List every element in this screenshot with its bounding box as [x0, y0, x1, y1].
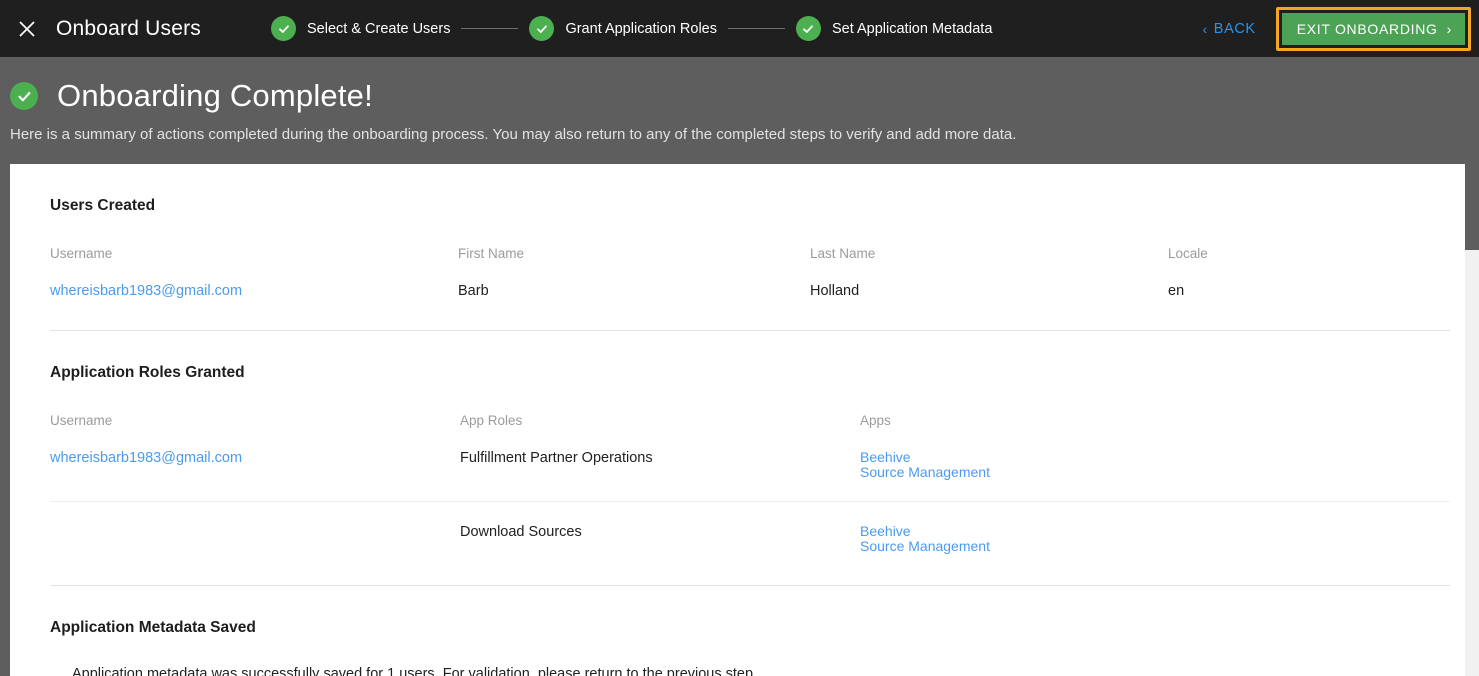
banner-title: Onboarding Complete!	[57, 78, 373, 113]
cell-username: whereisbarb1983@gmail.com	[50, 428, 460, 502]
cell-last-name: Holland	[810, 283, 860, 299]
check-circle-icon	[10, 82, 38, 110]
step-select-create-users[interactable]: Select & Create Users	[271, 16, 450, 41]
check-icon	[795, 16, 821, 41]
top-bar-actions: ‹ BACK EXIT ONBOARDING ›	[1203, 6, 1479, 51]
step-label: Grant Application Roles	[565, 20, 717, 37]
cell-app-role: Download Sources	[460, 501, 860, 575]
app-link-beehive[interactable]: Beehive	[860, 450, 1450, 465]
table-row: Download Sources Beehive Source Manageme…	[50, 501, 1450, 575]
close-icon[interactable]	[12, 14, 42, 44]
cell-locale: en	[1168, 283, 1185, 299]
column-header-apps: Apps	[860, 413, 891, 428]
exit-onboarding-highlight: EXIT ONBOARDING ›	[1275, 6, 1471, 51]
table-row: whereisbarb1983@gmail.com Fulfillment Pa…	[50, 428, 1450, 502]
summary-card: Users Created Username First Name Last N…	[10, 164, 1469, 676]
table-header-row: Username App Roles Apps	[50, 382, 1450, 428]
banner-subtitle: Here is a summary of actions completed d…	[10, 126, 1017, 143]
check-icon	[271, 16, 296, 41]
step-label: Set Application Metadata	[831, 20, 993, 37]
step-label: Select & Create Users	[307, 20, 451, 37]
app-link-source-management[interactable]: Source Management	[860, 539, 1450, 554]
page-scrollbar-track[interactable]	[1465, 57, 1479, 676]
cell-apps: Beehive Source Management	[860, 501, 1450, 575]
back-button[interactable]: ‹ BACK	[1203, 21, 1256, 37]
cell-app-role: Fulfillment Partner Operations	[460, 450, 653, 466]
column-header-app-roles: App Roles	[460, 413, 523, 428]
stepper: Select & Create Users Grant Application …	[271, 16, 992, 41]
step-connector	[461, 28, 519, 29]
username-link[interactable]: whereisbarb1983@gmail.com	[50, 450, 242, 466]
app-link-beehive[interactable]: Beehive	[860, 524, 1450, 539]
app-link-source-management[interactable]: Source Management	[860, 465, 1450, 480]
cell-apps: Beehive Source Management	[860, 428, 1450, 502]
section-title-roles-granted: Application Roles Granted	[50, 364, 245, 381]
section-title-metadata-saved: Application Metadata Saved	[50, 619, 256, 636]
page-title: Onboard Users	[56, 16, 201, 40]
roles-granted-table: Username App Roles Apps whereisbarb1983@…	[50, 382, 1450, 575]
table-row: whereisbarb1983@gmail.com Barb Holland e…	[50, 261, 1450, 320]
exit-onboarding-label: EXIT ONBOARDING	[1296, 20, 1438, 37]
summary-banner: Onboarding Complete! Here is a summary o…	[0, 57, 1479, 164]
cell-username	[50, 501, 460, 575]
page-scrollbar-thumb[interactable]	[1465, 57, 1479, 250]
step-grant-application-roles[interactable]: Grant Application Roles	[529, 16, 717, 41]
chevron-left-icon: ‹	[1202, 20, 1208, 37]
metadata-saved-message: Application metadata was successfully sa…	[72, 666, 758, 676]
column-header-first-name: First Name	[458, 246, 525, 261]
column-header-username: Username	[50, 413, 113, 428]
username-link[interactable]: whereisbarb1983@gmail.com	[50, 283, 242, 299]
top-bar: Onboard Users Select & Create Users Gran…	[0, 0, 1479, 57]
chevron-right-icon: ›	[1446, 20, 1452, 37]
back-button-label: BACK	[1213, 20, 1256, 37]
exit-onboarding-button[interactable]: EXIT ONBOARDING ›	[1279, 10, 1467, 47]
check-icon	[529, 16, 555, 41]
banner-heading: Onboarding Complete!	[10, 78, 1479, 114]
step-set-application-metadata[interactable]: Set Application Metadata	[795, 16, 993, 41]
cell-first-name: Barb	[458, 283, 489, 299]
column-header-last-name: Last Name	[810, 246, 876, 261]
table-header-row: Username First Name Last Name Locale	[50, 215, 1450, 261]
column-header-locale: Locale	[1168, 246, 1208, 261]
section-title-users-created: Users Created	[50, 197, 156, 214]
users-created-table: Username First Name Last Name Locale whe…	[50, 215, 1450, 320]
column-header-username: Username	[50, 246, 113, 261]
cell-username: whereisbarb1983@gmail.com	[50, 261, 458, 320]
step-connector	[727, 28, 785, 29]
